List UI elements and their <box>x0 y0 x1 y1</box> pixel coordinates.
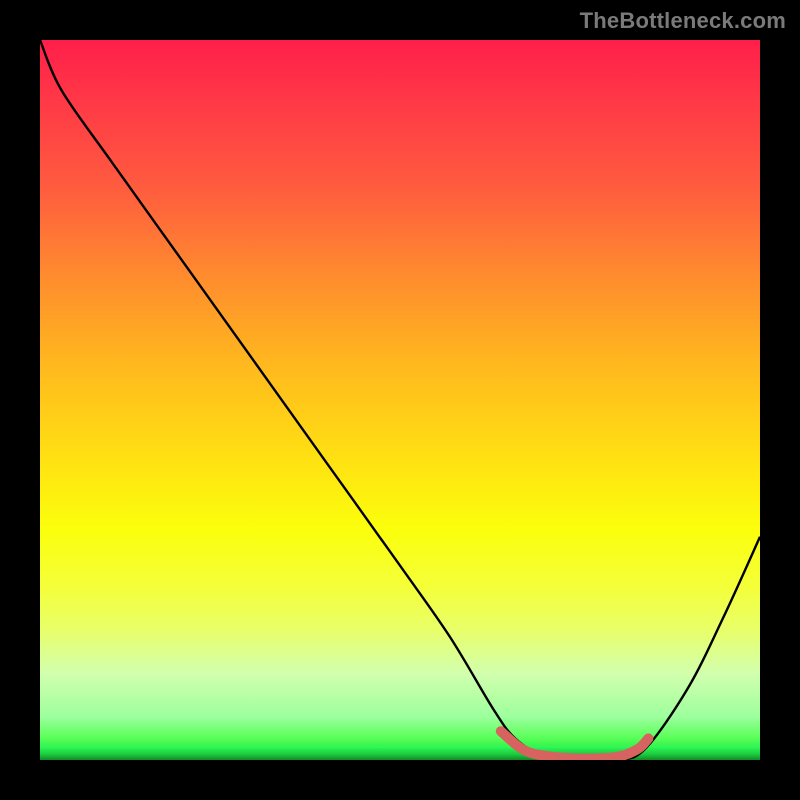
chart-container: TheBottleneck.com <box>0 0 800 800</box>
optimal-range-svg <box>40 40 760 760</box>
optimal-range-highlight <box>501 731 649 758</box>
watermark-text: TheBottleneck.com <box>580 8 786 34</box>
plot-area <box>40 40 760 760</box>
